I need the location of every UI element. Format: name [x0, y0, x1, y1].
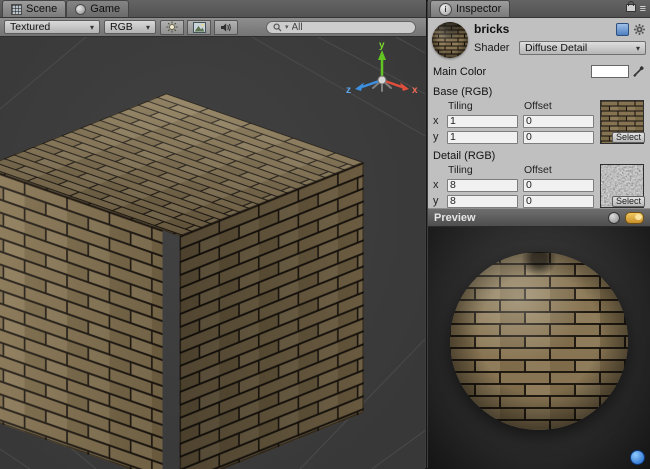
preview-panel: Preview — [428, 208, 650, 469]
tab-game-label: Game — [90, 3, 120, 15]
gizmo-x-label: x — [412, 85, 418, 96]
material-name: bricks — [474, 22, 612, 36]
base-tiling-grid: Tiling Offset x y — [433, 100, 594, 144]
tab-scene-label: Scene — [26, 3, 57, 15]
material-header-info: bricks — [468, 22, 646, 58]
eyedropper-button[interactable] — [632, 65, 645, 78]
detail-tiling-grid: Tiling Offset x y — [433, 164, 594, 208]
chevron-down-icon: ▾ — [90, 23, 94, 32]
detail-section: Tiling Offset x y Select — [428, 163, 650, 208]
preview-corner-button[interactable] — [630, 450, 645, 465]
draw-mode-dropdown[interactable]: Textured ▾ — [4, 20, 100, 34]
scene-icon — [11, 4, 22, 15]
base-tiling-x-input[interactable] — [447, 115, 518, 128]
main-color-swatch[interactable] — [591, 65, 629, 78]
preview-sphere[interactable] — [450, 252, 628, 430]
scene-viewport[interactable]: y x z — [0, 37, 425, 469]
base-y-label: y — [433, 131, 442, 143]
tab-inspector-label: Inspector — [456, 3, 501, 15]
shader-dropdown[interactable]: Diffuse Detail ▾ — [519, 41, 646, 55]
base-offset-y-input[interactable] — [523, 131, 594, 144]
scene-tabstrip: Scene Game — [0, 0, 426, 18]
scene-audio-toggle[interactable] — [214, 20, 238, 35]
scene-cube[interactable] — [74, 130, 271, 449]
render-mode-value: RGB — [110, 21, 133, 33]
inspector-pane: i Inspector ≡ bricks — [428, 0, 650, 469]
tab-inspector[interactable]: i Inspector — [430, 0, 510, 17]
preview-title: Preview — [434, 212, 603, 224]
lock-icon[interactable] — [626, 4, 636, 12]
draw-mode-value: Textured — [10, 21, 50, 33]
main-color-label: Main Color — [433, 66, 591, 78]
base-offset-header: Offset — [523, 100, 594, 112]
scene-lighting-toggle[interactable] — [160, 20, 184, 35]
material-preview-thumbnail[interactable] — [432, 22, 468, 58]
shader-value: Diffuse Detail — [525, 42, 587, 54]
gizmo-y-label: y — [379, 40, 385, 51]
preview-sphere-shading — [450, 252, 628, 430]
detail-x-label: x — [433, 179, 442, 191]
gizmo-z-label: z — [346, 85, 351, 96]
material-header: bricks — [428, 18, 650, 60]
detail-tiling-x-input[interactable] — [447, 179, 518, 192]
tab-scene[interactable]: Scene — [2, 0, 66, 17]
scene-search-box[interactable]: ▾ — [266, 21, 416, 34]
detail-texture-slot: Select — [600, 164, 646, 208]
preview-mesh-button[interactable] — [608, 212, 620, 224]
preview-light-toggle[interactable] — [625, 212, 644, 224]
detail-texture-select-button[interactable]: Select — [612, 196, 645, 207]
main-color-row: Main Color — [428, 60, 650, 80]
search-icon — [273, 23, 282, 32]
settings-menu-button[interactable] — [632, 23, 646, 36]
detail-tiling-header: Tiling — [447, 164, 518, 176]
chevron-down-icon: ▾ — [146, 23, 150, 32]
base-texture-slot: Select — [600, 100, 646, 144]
base-tiling-y-input[interactable] — [447, 131, 518, 144]
scene-toolbar: Textured ▾ RGB ▾ — [0, 18, 426, 37]
gizmo-center-cube[interactable] — [378, 76, 386, 84]
detail-tiling-y-input[interactable] — [447, 195, 518, 208]
preview-area[interactable] — [428, 227, 650, 469]
inspector-icon: i — [439, 3, 452, 16]
base-offset-x-input[interactable] — [523, 115, 594, 128]
skybox-effects-toggle[interactable] — [187, 20, 211, 35]
base-tiling-header: Tiling — [447, 100, 518, 112]
orientation-gizmo[interactable]: y x z — [343, 39, 421, 117]
tab-game[interactable]: Game — [66, 0, 129, 17]
search-filter-arrow-icon[interactable]: ▾ — [285, 23, 289, 31]
game-icon — [75, 4, 86, 15]
base-section: Tiling Offset x y Select — [428, 99, 650, 144]
material-thumb-shading — [432, 22, 468, 58]
help-reference-button[interactable] — [615, 23, 629, 36]
base-section-title: Base (RGB) — [428, 80, 650, 99]
sun-icon — [166, 21, 178, 33]
preview-header[interactable]: Preview — [428, 208, 650, 227]
tab-menu-icon[interactable]: ≡ — [640, 4, 646, 14]
inspector-body: bricks — [428, 18, 650, 208]
detail-section-title: Detail (RGB) — [428, 144, 650, 163]
speaker-icon — [220, 22, 232, 33]
chevron-down-icon: ▾ — [636, 44, 640, 53]
detail-offset-y-input[interactable] — [523, 195, 594, 208]
detail-offset-x-input[interactable] — [523, 179, 594, 192]
inspector-tabstrip: i Inspector ≡ — [428, 0, 650, 18]
shader-label: Shader — [474, 42, 514, 54]
gear-icon — [633, 23, 646, 36]
book-icon — [616, 23, 629, 36]
eyedropper-icon — [632, 65, 645, 78]
image-icon — [193, 22, 206, 33]
base-x-label: x — [433, 115, 442, 127]
base-texture-select-button[interactable]: Select — [612, 132, 645, 143]
scene-pane: Scene Game Textured ▾ RGB ▾ — [0, 0, 427, 469]
search-input[interactable] — [292, 22, 409, 33]
detail-y-label: y — [433, 195, 442, 207]
detail-offset-header: Offset — [523, 164, 594, 176]
render-mode-dropdown[interactable]: RGB ▾ — [104, 20, 156, 34]
